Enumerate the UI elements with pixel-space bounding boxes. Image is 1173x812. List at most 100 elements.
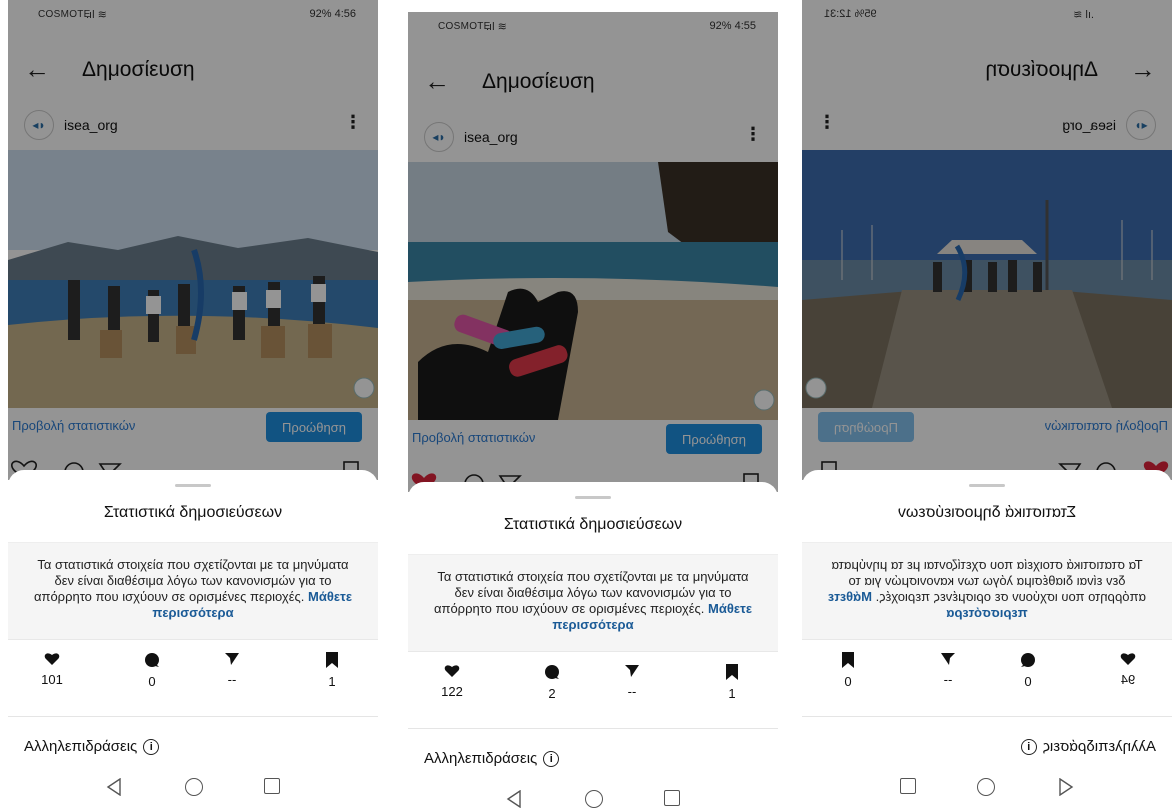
view-stats-link[interactable]: Προβολή στατιστικών bbox=[412, 430, 535, 445]
username[interactable]: isea_org bbox=[464, 129, 518, 145]
nav-home-icon[interactable] bbox=[585, 790, 603, 808]
likes-metric: 122 bbox=[422, 664, 482, 699]
nav-back-icon[interactable] bbox=[1058, 778, 1074, 796]
interactions-heading: Αλληλεπιδράσεις i bbox=[24, 738, 160, 755]
app-bar: ← Δημοσίευση bbox=[408, 58, 778, 108]
shares-metric: -- bbox=[918, 652, 978, 687]
privacy-notice: Τα στατιστικά στοιχεία που σχετίζονται μ… bbox=[8, 542, 378, 640]
view-stats-link[interactable]: Προβολή στατιστικών bbox=[1045, 418, 1168, 433]
notice-text: Τα στατιστικά στοιχεία που σχετίζονται μ… bbox=[831, 557, 1147, 604]
info-icon[interactable]: i bbox=[543, 751, 560, 767]
more-options-icon[interactable]: ⋮ bbox=[744, 124, 762, 145]
post-insights-sheet: Στατιστικά δημοσιεύσεων Τα στατιστικά στ… bbox=[408, 482, 778, 812]
sheet-title: Στατιστικά δημοσιεύσεων bbox=[503, 516, 683, 533]
heart-icon bbox=[44, 653, 60, 665]
shares-count: -- bbox=[627, 684, 637, 699]
insights-row: Προβολή στατιστικών Προώθηση bbox=[8, 408, 378, 450]
heart-icon bbox=[1120, 653, 1136, 665]
saves-metric: 1 bbox=[702, 664, 762, 701]
send-icon bbox=[625, 665, 639, 677]
signal-icon: .ıl ≋ bbox=[1073, 9, 1094, 21]
insights-row: Προβολή στατιστικών Προώθηση bbox=[802, 408, 1172, 450]
nav-home-icon[interactable] bbox=[977, 778, 995, 796]
interactions-label: Αλληλεπιδράσεις bbox=[1042, 738, 1156, 755]
saves-metric: 0 bbox=[818, 652, 878, 689]
post-photo bbox=[408, 162, 778, 420]
avatar[interactable]: ◂◗ bbox=[1126, 110, 1156, 140]
comment-icon bbox=[545, 665, 559, 679]
interactions-heading: Αλληλεπιδράσεις i bbox=[424, 750, 560, 767]
metrics-row: 122 2 -- 1 bbox=[408, 664, 778, 720]
comments-count: 0 bbox=[1024, 674, 1032, 689]
promote-button[interactable]: Προώθηση bbox=[266, 412, 362, 442]
divider bbox=[8, 716, 378, 717]
send-icon bbox=[941, 653, 955, 665]
carrier-label: COSMOTE bbox=[38, 9, 91, 20]
comments-count: 2 bbox=[548, 686, 556, 701]
back-arrow-icon[interactable]: ← bbox=[1130, 54, 1156, 85]
shares-metric: -- bbox=[202, 652, 262, 687]
saves-count: 1 bbox=[728, 686, 736, 701]
post-photo bbox=[802, 150, 1172, 408]
comment-icon bbox=[1021, 653, 1035, 667]
page-title: Δημοσίευση bbox=[82, 58, 195, 81]
metrics-row: 101 0 -- 1 bbox=[8, 652, 378, 708]
shares-count: -- bbox=[943, 672, 953, 687]
post-view: .ıl ≋ 95% 12:31 ← Δημοσίευση ◂◗ isea_org… bbox=[802, 0, 1172, 482]
info-icon[interactable]: i bbox=[143, 739, 160, 755]
phone-screen-2: COSMOTE .ıl ≋ 92% 4:55 ← Δημοσίευση ◂◗ i… bbox=[408, 12, 778, 812]
back-arrow-icon[interactable]: ← bbox=[24, 54, 50, 85]
comments-metric: 2 bbox=[522, 664, 582, 701]
system-nav-bar bbox=[802, 768, 1172, 812]
nav-recent-icon[interactable] bbox=[264, 778, 280, 794]
phone-screen-1: COSMOTE .ıl ≋ 92% 4:56 ← Δημοσίευση ◂◗ i… bbox=[8, 0, 378, 812]
promote-button[interactable]: Προώθηση bbox=[818, 412, 914, 442]
nav-recent-icon[interactable] bbox=[900, 778, 916, 794]
more-options-icon[interactable]: ⋮ bbox=[818, 112, 836, 133]
username[interactable]: isea_org bbox=[1062, 117, 1116, 133]
likes-metric: 101 bbox=[22, 652, 82, 687]
sheet-handle[interactable] bbox=[575, 496, 611, 499]
more-options-icon[interactable]: ⋮ bbox=[344, 112, 362, 133]
nav-home-icon[interactable] bbox=[185, 778, 203, 796]
info-icon[interactable]: i bbox=[1020, 739, 1037, 755]
nav-back-icon[interactable] bbox=[506, 790, 522, 808]
send-icon bbox=[225, 653, 239, 665]
system-nav-bar bbox=[8, 768, 378, 812]
bookmark-icon bbox=[726, 664, 738, 680]
likes-count: 122 bbox=[441, 684, 463, 699]
status-bar: COSMOTE .ıl ≋ 92% 4:55 bbox=[408, 12, 778, 38]
comment-icon bbox=[145, 653, 159, 667]
heart-icon bbox=[444, 665, 460, 677]
post-header: ◂◗ isea_org ⋮ bbox=[8, 106, 378, 148]
notice-text: Τα στατιστικά στοιχεία που σχετίζονται μ… bbox=[433, 569, 749, 616]
nav-recent-icon[interactable] bbox=[664, 790, 680, 806]
comments-metric: 0 bbox=[122, 652, 182, 689]
avatar[interactable]: ◂◗ bbox=[24, 110, 54, 140]
sheet-handle[interactable] bbox=[969, 484, 1005, 487]
bookmark-icon bbox=[842, 652, 854, 668]
saves-count: 1 bbox=[328, 674, 336, 689]
saves-count: 0 bbox=[844, 674, 852, 689]
status-right: 92% 4:56 bbox=[309, 8, 356, 20]
sheet-handle[interactable] bbox=[175, 484, 211, 487]
status-right: 92% 4:55 bbox=[709, 20, 756, 32]
system-nav-bar bbox=[408, 780, 778, 812]
sheet-title: Στατιστικά δημοσιεύσεων bbox=[897, 504, 1077, 521]
interactions-heading: Αλληλεπιδράσεις i bbox=[1020, 738, 1156, 755]
carrier-label: COSMOTE bbox=[438, 21, 491, 32]
view-stats-link[interactable]: Προβολή στατιστικών bbox=[12, 418, 135, 433]
insights-row: Προβολή στατιστικών Προώθηση bbox=[408, 420, 778, 462]
username[interactable]: isea_org bbox=[64, 117, 118, 133]
post-view: COSMOTE .ıl ≋ 92% 4:55 ← Δημοσίευση ◂◗ i… bbox=[408, 12, 778, 494]
privacy-notice: Τα στατιστικά στοιχεία που σχετίζονται μ… bbox=[408, 554, 778, 652]
app-bar: ← Δημοσίευση bbox=[8, 46, 378, 96]
avatar[interactable]: ◂◗ bbox=[424, 122, 454, 152]
nav-back-icon[interactable] bbox=[106, 778, 122, 796]
divider bbox=[408, 728, 778, 729]
shares-metric: -- bbox=[602, 664, 662, 699]
promote-button[interactable]: Προώθηση bbox=[666, 424, 762, 454]
app-bar: ← Δημοσίευση bbox=[802, 46, 1172, 96]
back-arrow-icon[interactable]: ← bbox=[424, 66, 450, 97]
status-right: 95% 12:31 bbox=[824, 8, 877, 20]
